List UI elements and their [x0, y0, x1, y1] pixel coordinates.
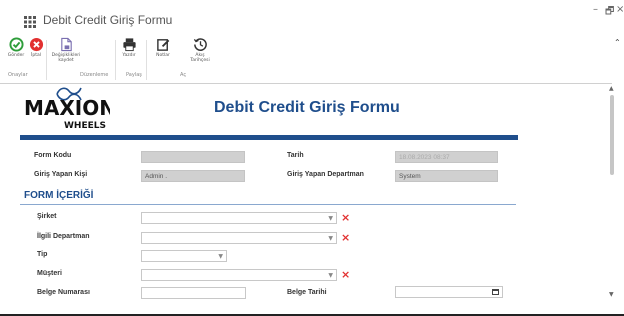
- print-button-label: Yazdır: [122, 53, 136, 58]
- cancel-button[interactable]: İptal: [27, 37, 45, 58]
- logo-text-sub: WHEELS: [64, 121, 106, 131]
- customer-select[interactable]: ▼: [141, 269, 337, 281]
- date-label: Tarih: [287, 152, 304, 159]
- form-title: Debit Credit Giriş Formu: [214, 99, 400, 116]
- check-circle-icon: [8, 37, 24, 52]
- group-label-open: Aç: [180, 72, 187, 78]
- document-date-input[interactable]: [395, 286, 503, 298]
- document-date-label: Belge Tarihi: [287, 289, 327, 296]
- entered-by-field[interactable]: Admin .: [141, 170, 245, 182]
- date-field[interactable]: 18.08.2023 08:37: [395, 151, 498, 163]
- form-area: MAXION WHEELS Debit Credit Giriş Formu F…: [0, 85, 610, 316]
- send-button-label: Gönder: [7, 53, 25, 58]
- ribbon-separator: [46, 40, 47, 80]
- section-title: FORM İÇERİĞİ: [24, 190, 94, 201]
- restore-button[interactable]: 🗗: [605, 4, 614, 21]
- customer-label: Müşteri: [37, 270, 62, 277]
- save-changes-button-label: Değişiklikleri kaydet: [51, 53, 81, 63]
- chevron-down-icon: ▼: [218, 253, 223, 260]
- title-bar: Debit Credit Giriş Formu – 🗗 ×: [0, 0, 624, 36]
- group-label-edit: Düzenleme: [80, 72, 109, 78]
- type-select[interactable]: ▼: [141, 250, 227, 262]
- document-number-input[interactable]: [141, 287, 246, 299]
- chevron-down-icon: ▼: [328, 272, 333, 279]
- history-icon: [193, 38, 207, 51]
- type-label: Tip: [37, 251, 48, 258]
- entry-department-field[interactable]: System: [395, 170, 498, 182]
- section-divider: [20, 204, 516, 205]
- clear-related-department-icon[interactable]: ×: [341, 232, 350, 243]
- scroll-thumb[interactable]: [610, 95, 614, 175]
- save-changes-button[interactable]: Değişiklikleri kaydet: [50, 37, 82, 63]
- group-label-share: Paylaş: [126, 72, 142, 78]
- send-button[interactable]: Gönder: [6, 37, 26, 58]
- maxion-wheels-logo: MAXION WHEELS: [24, 87, 110, 131]
- notes-edit-icon: [156, 39, 169, 51]
- clear-customer-icon[interactable]: ×: [341, 269, 350, 280]
- scroll-down-icon[interactable]: ▼: [609, 291, 614, 298]
- notes-button-label: Notlar: [156, 53, 170, 58]
- collapse-ribbon-button[interactable]: ⌃: [614, 38, 621, 47]
- app-grid-icon[interactable]: [24, 16, 36, 28]
- minimize-button[interactable]: –: [593, 4, 598, 15]
- chevron-down-icon: ▼: [328, 215, 333, 222]
- close-button[interactable]: ×: [616, 4, 624, 15]
- save-document-icon: [60, 37, 72, 52]
- form-code-label: Form Kodu: [34, 152, 72, 159]
- header-divider: [20, 135, 518, 140]
- scroll-up-icon[interactable]: ▲: [609, 85, 614, 92]
- notes-button[interactable]: Notlar: [152, 37, 174, 58]
- company-label: Şirket: [37, 213, 57, 220]
- related-department-label: İlgili Departman: [37, 233, 90, 240]
- flow-history-button[interactable]: Akış Tarihçesi: [186, 37, 214, 63]
- ribbon-toolbar: Gönder İptal Değişiklikleri kaydet Yazdı…: [0, 36, 612, 84]
- ribbon-separator: [115, 40, 116, 80]
- form-code-field[interactable]: [141, 151, 245, 163]
- entry-department-label: Giriş Yapan Departman: [287, 171, 364, 178]
- calendar-icon[interactable]: [492, 289, 499, 295]
- clear-company-icon[interactable]: ×: [341, 212, 350, 223]
- vertical-scrollbar[interactable]: ▲ ▼: [608, 85, 616, 305]
- cancel-button-label: İptal: [31, 53, 41, 58]
- document-number-label: Belge Numarası: [37, 289, 90, 296]
- chevron-down-icon: ▼: [328, 235, 333, 242]
- printer-icon: [122, 38, 136, 52]
- related-department-select[interactable]: ▼: [141, 232, 337, 244]
- cancel-circle-icon: [29, 37, 43, 52]
- flow-history-button-label: Akış Tarihçesi: [190, 53, 210, 63]
- window-title: Debit Credit Giriş Formu: [43, 13, 173, 27]
- company-select[interactable]: ▼: [141, 212, 337, 224]
- group-label-approvals: Onaylar: [8, 72, 28, 78]
- ribbon-separator: [146, 40, 147, 80]
- print-button[interactable]: Yazdır: [118, 37, 140, 58]
- logo-text-main: MAXION: [24, 96, 110, 120]
- entered-by-label: Giriş Yapan Kişi: [34, 171, 88, 178]
